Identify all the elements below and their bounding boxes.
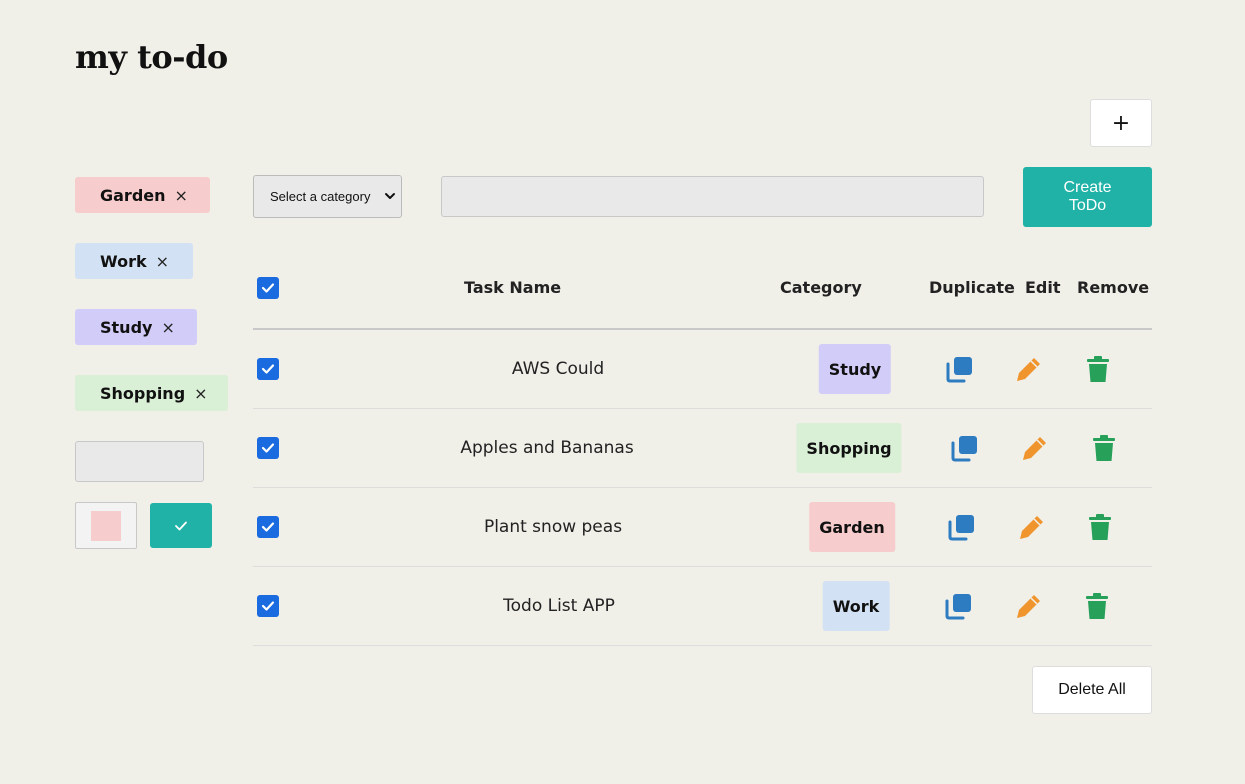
create-todo-button[interactable]: Create ToDo [1023,167,1152,227]
task-name: Apples and Bananas [460,438,634,458]
edit-pencil-icon[interactable] [1017,512,1047,542]
row-divider [253,487,1152,488]
task-name-input[interactable] [441,176,984,217]
row-divider [253,566,1152,567]
row-checkbox[interactable] [257,595,279,617]
trash-icon[interactable] [1083,354,1113,384]
trash-icon[interactable] [1089,433,1119,463]
category-badge: Study [818,344,892,394]
header-edit: Edit [1025,278,1061,297]
add-category-button[interactable]: + [1090,99,1152,147]
trash-icon[interactable] [1085,512,1115,542]
close-icon[interactable]: × [194,384,207,403]
check-icon [261,443,275,453]
color-picker[interactable] [75,502,137,549]
duplicate-icon[interactable] [943,591,973,621]
new-category-input[interactable] [75,441,204,482]
edit-pencil-icon[interactable] [1014,591,1044,621]
category-chip-work[interactable]: Work × [75,243,193,279]
confirm-category-button[interactable] [150,503,212,548]
category-badge: Work [822,581,890,631]
check-icon [261,364,275,374]
row-divider [253,645,1152,646]
category-chip-shopping[interactable]: Shopping × [75,375,228,411]
category-chip-label: Garden [100,185,166,205]
page-title: my to-do [75,38,228,76]
check-icon [175,521,187,530]
delete-all-button[interactable]: Delete All [1032,666,1152,714]
task-name: AWS Could [511,359,605,379]
category-badge: Shopping [796,423,902,473]
category-select[interactable]: Select a category [253,175,402,218]
task-name: Todo List APP [503,596,615,616]
close-icon[interactable]: × [156,252,169,271]
header-duplicate: Duplicate [929,278,1015,297]
close-icon[interactable]: × [161,318,174,337]
duplicate-icon[interactable] [944,354,974,384]
check-icon [261,283,275,293]
select-all-checkbox[interactable] [257,277,279,299]
duplicate-icon[interactable] [946,512,976,542]
check-icon [261,522,275,532]
category-chip-garden[interactable]: Garden × [75,177,210,213]
chevron-down-icon [385,193,395,199]
category-chip-study[interactable]: Study × [75,309,197,345]
trash-icon[interactable] [1082,591,1112,621]
edit-pencil-icon[interactable] [1014,354,1044,384]
category-chip-label: Shopping [100,383,186,403]
category-chip-label: Study [100,317,153,337]
close-icon[interactable]: × [175,186,188,205]
category-select-value: Select a category [270,189,371,204]
category-chip-label: Work [100,251,147,271]
row-checkbox[interactable] [257,516,279,538]
row-checkbox[interactable] [257,437,279,459]
row-checkbox[interactable] [257,358,279,380]
row-divider [253,408,1152,409]
color-swatch [91,510,121,541]
check-icon [261,601,275,611]
header-remove: Remove [1077,278,1150,297]
header-task-name: Task Name [464,278,562,297]
category-badge: Garden [809,502,895,552]
edit-pencil-icon[interactable] [1020,433,1050,463]
header-category: Category [780,278,862,297]
task-name: Plant snow peas [483,517,623,537]
duplicate-icon[interactable] [949,433,979,463]
header-divider [253,328,1152,330]
